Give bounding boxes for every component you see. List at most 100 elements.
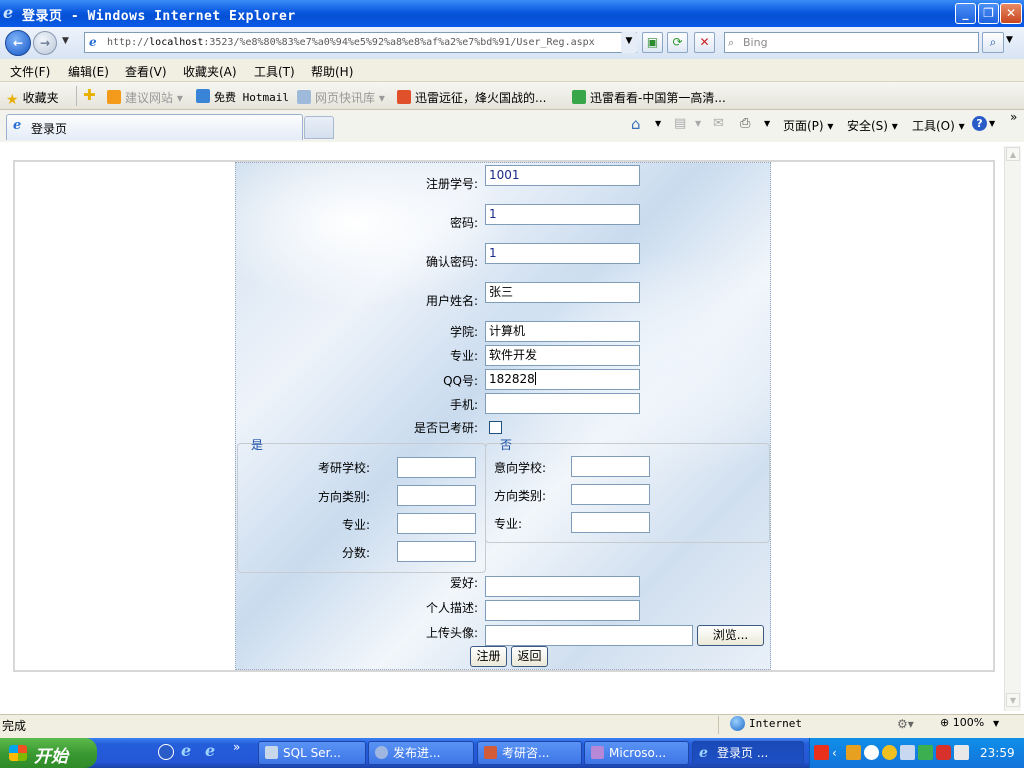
task-microsoft[interactable]: Microso...	[584, 741, 689, 765]
search-input[interactable]: ⌕ Bing	[724, 32, 979, 53]
postgrad-checkbox[interactable]	[489, 421, 502, 434]
refresh-icon[interactable]: ⟳	[667, 32, 688, 53]
fav-hotmail[interactable]: 免费 Hotmail	[196, 89, 289, 105]
task-consult[interactable]: 考研咨...	[477, 741, 582, 765]
scroll-down-icon[interactable]: ▼	[1006, 693, 1020, 707]
add-favorite-icon[interactable]: ✚	[83, 86, 96, 104]
exam-major-input[interactable]	[397, 513, 476, 534]
tray-qq-icon[interactable]	[882, 745, 897, 760]
scroll-up-icon[interactable]: ▲	[1006, 147, 1020, 161]
college-input[interactable]: 计算机	[485, 321, 640, 342]
zoom-dropdown-icon[interactable]: ▼	[993, 719, 999, 728]
menu-file[interactable]: 文件(F)	[10, 63, 50, 80]
favorites-button[interactable]: ★ 收藏夹	[6, 89, 59, 108]
close-button[interactable]: ✕	[1000, 3, 1022, 24]
task-publish[interactable]: 发布进...	[368, 741, 474, 765]
fav-suggested-sites[interactable]: 建议网站 ▾	[107, 89, 183, 106]
description-input[interactable]	[485, 600, 640, 621]
back-form-button[interactable]: 返回	[511, 646, 548, 667]
more-commands[interactable]: »	[1010, 110, 1017, 124]
minimize-button[interactable]: _	[955, 3, 976, 24]
arrow-right-icon: →	[39, 36, 51, 50]
zone-text: Internet	[749, 717, 802, 730]
exam-school-input[interactable]	[397, 457, 476, 478]
student-id-input[interactable]: 1001	[485, 165, 640, 186]
menu-help[interactable]: 帮助(H)	[311, 63, 353, 80]
tray-security-icon[interactable]	[936, 745, 951, 760]
tray-network-icon[interactable]	[900, 745, 915, 760]
exam-score-input[interactable]	[397, 541, 476, 562]
suggested-sites-icon	[107, 90, 121, 104]
print-dropdown-icon[interactable]: ▼	[764, 119, 770, 128]
tray-volume-icon[interactable]	[954, 745, 969, 760]
tray-app-icon[interactable]	[846, 745, 861, 760]
menu-view[interactable]: 查看(V)	[125, 63, 167, 80]
address-dropdown-icon[interactable]: ▼	[621, 32, 637, 53]
target-school-input[interactable]	[571, 456, 650, 477]
fav-web-slice[interactable]: 网页快讯库 ▾	[297, 89, 385, 106]
feeds-icon[interactable]: ▤	[674, 116, 686, 131]
fav-label: 免费 Hotmail	[214, 91, 289, 104]
phone-input[interactable]	[485, 393, 640, 414]
password-label: 密码:	[449, 216, 478, 230]
qq-input[interactable]: 182828	[485, 369, 640, 390]
mail-icon[interactable]: ✉	[713, 116, 724, 131]
task-login-page[interactable]: e 登录页 ...	[692, 741, 804, 765]
quicklaunch-more[interactable]: »	[233, 740, 240, 754]
stop-icon[interactable]: ✕	[694, 32, 715, 53]
new-tab-button[interactable]	[304, 116, 334, 139]
tab-login[interactable]: e 登录页	[6, 114, 303, 140]
quicklaunch-icon[interactable]	[158, 744, 174, 760]
zoom-control[interactable]: ⊕ 100%	[940, 716, 984, 729]
fav-xunlei-1[interactable]: 迅雷远征，烽火国战的...	[397, 89, 546, 106]
search-options-icon[interactable]: ▼	[1006, 35, 1013, 45]
vertical-scrollbar[interactable]: ▲ ▼	[1004, 146, 1021, 711]
arrow-left-icon: ←	[12, 36, 24, 50]
browse-button[interactable]: 浏览...	[697, 625, 764, 646]
major-input[interactable]: 软件开发	[485, 345, 640, 366]
history-dropdown-icon[interactable]: ▼	[62, 36, 69, 46]
protected-mode-icon[interactable]: ⚙▾	[897, 717, 914, 731]
quicklaunch-ie2-icon[interactable]: e	[205, 741, 215, 760]
menu-edit[interactable]: 编辑(E)	[68, 63, 109, 80]
help-dropdown-icon[interactable]: ▼	[989, 119, 995, 128]
password-input[interactable]: 1	[485, 204, 640, 225]
tray-k-icon[interactable]	[864, 745, 879, 760]
fav-xunlei-2[interactable]: 迅雷看看-中国第一高清...	[572, 89, 726, 106]
avatar-label: 上传头像:	[425, 626, 478, 640]
home-icon[interactable]: ⌂	[631, 115, 641, 133]
start-button[interactable]: 开始	[0, 738, 97, 768]
address-input[interactable]: e http://localhost:3523/%e8%80%83%e7%a0%…	[84, 32, 637, 53]
tray-expand-icon[interactable]: ‹	[832, 746, 837, 760]
menu-favorites[interactable]: 收藏夹(A)	[183, 63, 237, 80]
page-menu[interactable]: 页面(P) ▾	[783, 117, 833, 134]
target-major-input[interactable]	[571, 512, 650, 533]
target-direction-input[interactable]	[571, 484, 650, 505]
feeds-dropdown-icon[interactable]: ▼	[695, 119, 701, 128]
maximize-button[interactable]: ❐	[978, 3, 999, 24]
compatibility-view-icon[interactable]: ▣	[642, 32, 663, 53]
tools-menu[interactable]: 工具(O) ▾	[912, 117, 965, 134]
quicklaunch-ie-icon[interactable]: e	[181, 741, 191, 760]
home-dropdown-icon[interactable]: ▼	[655, 119, 661, 128]
search-go-icon[interactable]: ⌕	[982, 32, 1004, 53]
user-name-input[interactable]: 张三	[485, 282, 640, 303]
forward-button[interactable]: →	[33, 31, 57, 55]
tray-signal-icon[interactable]	[918, 745, 933, 760]
help-icon[interactable]: ?	[972, 116, 987, 131]
confirm-password-input[interactable]: 1	[485, 243, 640, 264]
exam-direction-input[interactable]	[397, 485, 476, 506]
back-button[interactable]: ←	[5, 30, 31, 56]
avatar-file-input[interactable]	[485, 625, 693, 646]
print-icon[interactable]: ⎙	[740, 116, 750, 131]
task-sql-server[interactable]: SQL Ser...	[258, 741, 366, 765]
register-button[interactable]: 注册	[470, 646, 507, 667]
tray-s-icon[interactable]	[814, 745, 829, 760]
ie-logo-icon: e	[3, 3, 14, 22]
ie-page-icon	[297, 90, 311, 104]
phone-label: 手机:	[449, 398, 478, 412]
menu-tools[interactable]: 工具(T)	[254, 63, 295, 80]
safety-menu[interactable]: 安全(S) ▾	[847, 117, 898, 134]
exam-school-label: 考研学校:	[317, 461, 370, 475]
hobby-input[interactable]	[485, 576, 640, 597]
